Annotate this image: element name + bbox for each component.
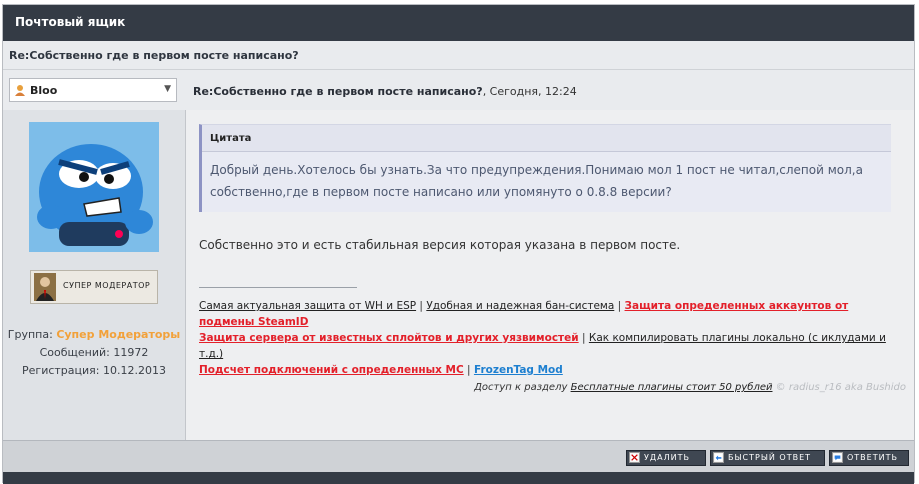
user-group-value: Супер Модераторы: [56, 328, 181, 341]
quick-reply-label: БЫСТРЫЙ ОТВЕТ: [728, 453, 812, 462]
post-title: Re:Собственно где в первом посте написан…: [193, 85, 483, 98]
post-header-row: Bloo ▼ Re:Собственно где в первом посте …: [3, 70, 914, 110]
post-message: Собственно это и есть стабильная версия …: [199, 238, 681, 252]
username: Bloo: [30, 84, 58, 97]
signature-divider: [199, 287, 357, 288]
delete-label: УДАЛИТЬ: [644, 453, 690, 462]
post-actions-bar: УДАЛИТЬ БЫСТРЫЙ ОТВЕТ ОТВЕТИТЬ: [3, 440, 914, 473]
signature-link-ban-system[interactable]: Удобная и надежная бан-система: [426, 300, 614, 312]
signature-link-wh-esp[interactable]: Самая актуальная защита от WH и ESP: [199, 300, 416, 312]
user-stats: Группа: Супер Модераторы Сообщений: 1197…: [3, 326, 185, 380]
rank-icon: [34, 273, 56, 301]
quote-text: Добрый день.Хотелось бы узнать.За что пр…: [210, 163, 863, 199]
user-dropdown[interactable]: Bloo ▼: [9, 78, 177, 102]
chevron-down-icon: ▼: [164, 84, 171, 94]
avatar[interactable]: [29, 122, 159, 252]
access-note: Доступ к разделу Бесплатные плагины стои…: [474, 382, 906, 393]
mailbox-window: Почтовый ящик Re:Собственно где в первом…: [2, 4, 915, 484]
user-group: Группа: Супер Модераторы: [7, 328, 181, 341]
rank-badge: СУПЕР МОДЕРАТОР: [30, 270, 158, 304]
user-info-panel: СУПЕР МОДЕРАТОР Группа: Супер Модераторы…: [3, 110, 186, 440]
post-meta: Re:Собственно где в первом посте написан…: [193, 85, 577, 98]
quick-reply-icon: [713, 452, 724, 463]
subject-text: Re:Собственно где в первом посте написан…: [9, 49, 299, 62]
signature-link-exploits[interactable]: Защита сервера от известных сплойтов и д…: [199, 332, 579, 344]
reply-label: ОТВЕТИТЬ: [847, 453, 898, 462]
subject-bar: Re:Собственно где в первом посте написан…: [3, 41, 914, 70]
post-content: Цитата Добрый день.Хотелось бы узнать.За…: [186, 110, 914, 440]
user-registration: Регистрация: 10.12.2013: [22, 364, 166, 377]
access-prefix: Доступ к разделу: [474, 382, 568, 393]
window-titlebar: Почтовый ящик: [3, 5, 914, 41]
post-date: , Сегодня, 12:24: [482, 85, 577, 98]
access-link[interactable]: Бесплатные плагины стоит 50 рублей: [571, 382, 773, 393]
signature-link-connections[interactable]: Подсчет подключений с определенных MC: [199, 364, 464, 376]
reply-icon: [832, 452, 843, 463]
signature: Самая актуальная защита от WH и ESP | Уд…: [199, 300, 886, 376]
signature-link-frozentag[interactable]: FrozenTag Mod: [474, 364, 563, 376]
rank-label: СУПЕР МОДЕРАТОР: [63, 281, 151, 290]
quick-reply-button[interactable]: БЫСТРЫЙ ОТВЕТ: [710, 450, 825, 466]
avatar-image: [29, 122, 159, 252]
user-messages: Сообщений: 11972: [39, 346, 149, 359]
footer-bar: [3, 472, 914, 484]
quote-header-label: Цитата: [210, 133, 252, 144]
delete-icon: [629, 452, 640, 463]
window-title: Почтовый ящик: [15, 15, 126, 29]
reply-button[interactable]: ОТВЕТИТЬ: [829, 450, 909, 466]
delete-button[interactable]: УДАЛИТЬ: [626, 450, 706, 466]
quote-block: Цитата Добрый день.Хотелось бы узнать.За…: [199, 124, 891, 212]
quote-header: Цитата: [202, 125, 891, 152]
credit-text: © radius_r16 aka Bushido: [775, 382, 906, 393]
user-icon: [15, 85, 25, 96]
